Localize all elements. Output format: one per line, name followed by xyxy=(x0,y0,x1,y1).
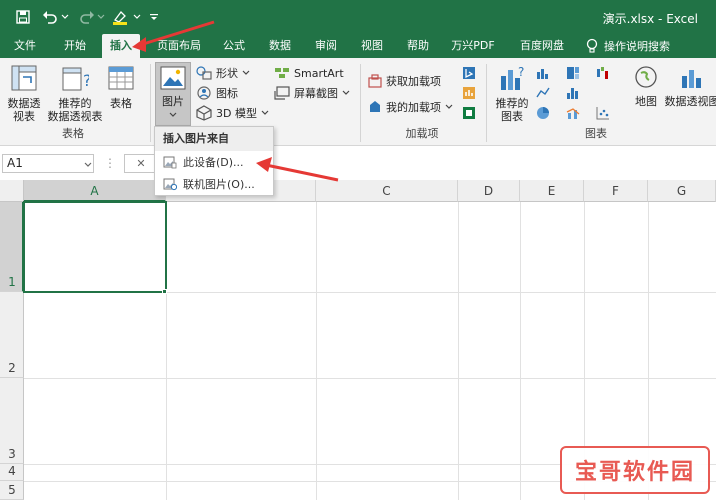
excel-window: 演示.xlsx - Excel 文件 开始 插入 页面布局 公式 数据 审阅 视… xyxy=(0,0,716,500)
arrow-to-insert-tab xyxy=(132,20,215,52)
annotation-arrows xyxy=(132,20,339,182)
arrow-to-this-device xyxy=(256,157,339,182)
watermark-logo: 宝哥软件园 xyxy=(560,446,710,494)
